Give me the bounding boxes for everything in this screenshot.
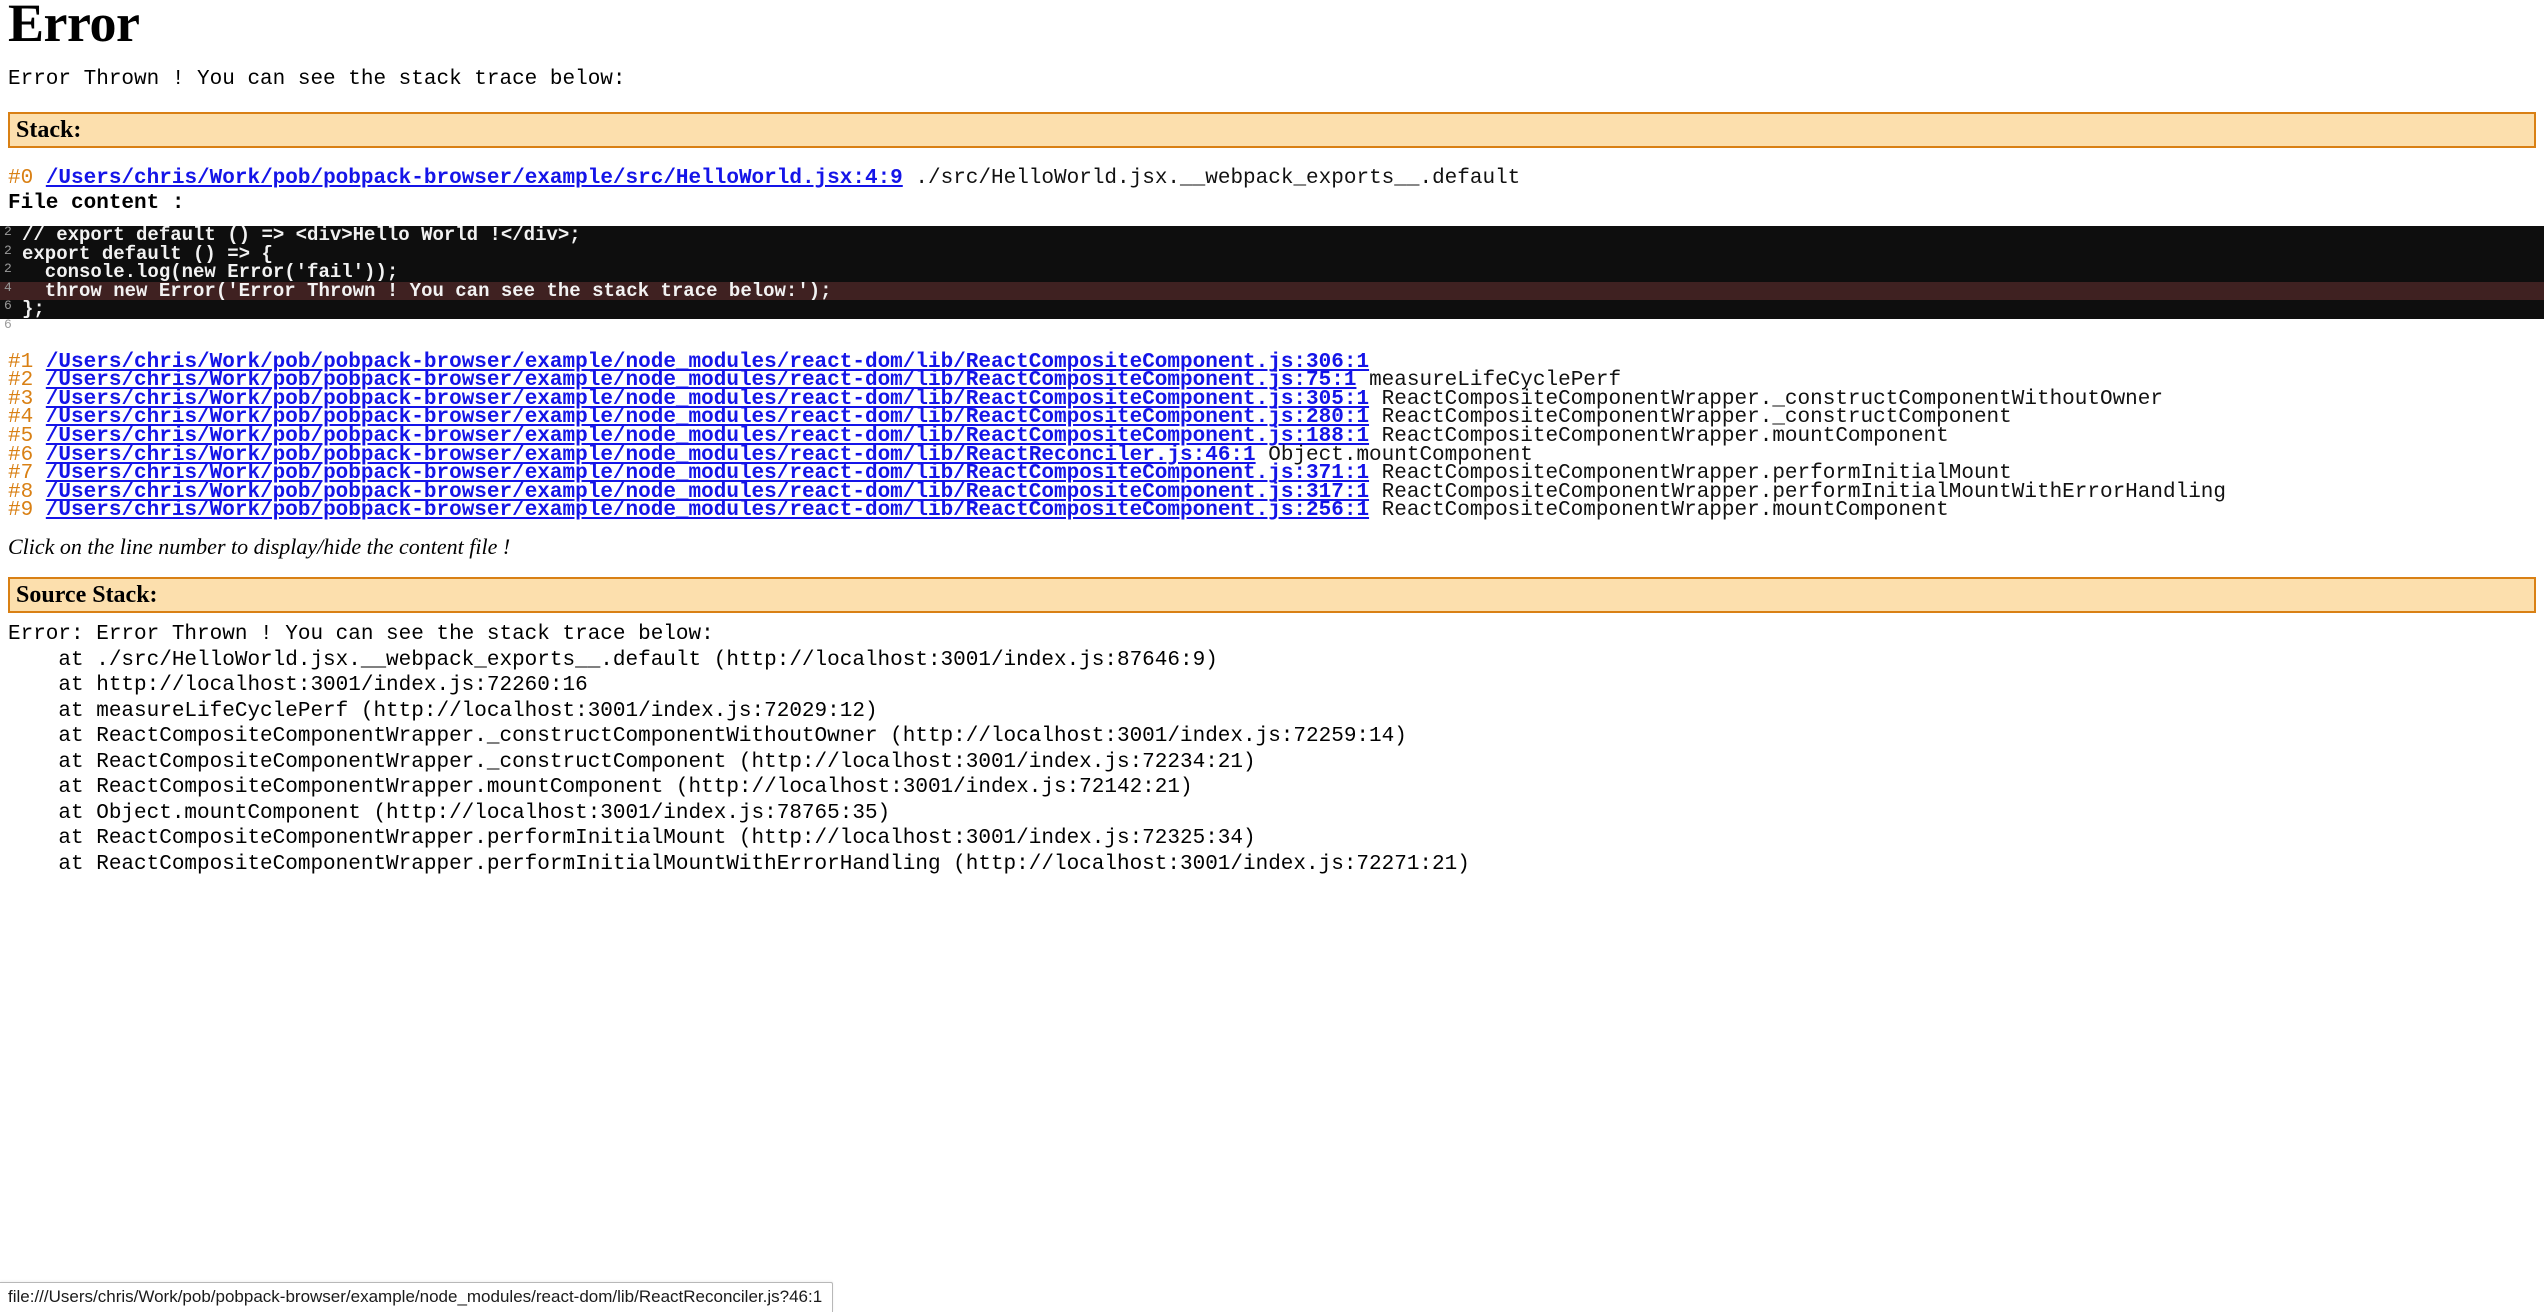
source-stack-line: at measureLifeCyclePerf (http://localhos…	[8, 699, 2544, 725]
code-line: 4 throw new Error('Error Thrown ! You ca…	[0, 282, 2544, 301]
source-stack-line: at ./src/HelloWorld.jsx.__webpack_export…	[8, 648, 2544, 674]
status-bar-url: file:///Users/chris/Work/pob/pobpack-bro…	[0, 1282, 833, 1312]
code-line: 6	[0, 319, 2544, 338]
source-stack-section-header: Source Stack:	[8, 577, 2536, 613]
frame-link[interactable]: /Users/chris/Work/pob/pobpack-browser/ex…	[46, 499, 1369, 522]
frame-function: ./src/HelloWorld.jsx.__webpack_exports__…	[915, 167, 1520, 190]
code-line-number[interactable]: 2	[0, 242, 22, 261]
file-content-label: File content :	[8, 192, 184, 215]
source-stack-line: at ReactCompositeComponentWrapper.perfor…	[8, 826, 2544, 852]
source-stack-line: Error: Error Thrown ! You can see the st…	[8, 622, 2544, 648]
code-line-number[interactable]: 6	[0, 297, 22, 316]
hint-text: Click on the line number to display/hide…	[8, 534, 510, 560]
source-stack-line: at ReactCompositeComponentWrapper._const…	[8, 724, 2544, 750]
code-line-number[interactable]: 6	[0, 316, 22, 335]
intro-message: Error Thrown ! You can see the stack tra…	[8, 68, 626, 91]
source-stack-line: at http://localhost:3001/index.js:72260:…	[8, 673, 2544, 699]
code-line-text: throw new Error('Error Thrown ! You can …	[22, 280, 832, 302]
source-stack-line: at ReactCompositeComponentWrapper.mountC…	[8, 775, 2544, 801]
stack-section-header: Stack:	[8, 112, 2536, 148]
frame-link[interactable]: /Users/chris/Work/pob/pobpack-browser/ex…	[46, 167, 903, 190]
file-content-code-block: 2// export default () => <div>Hello Worl…	[0, 226, 2544, 338]
source-stack-line: at ReactCompositeComponentWrapper._const…	[8, 750, 2544, 776]
source-stack-text: Error: Error Thrown ! You can see the st…	[8, 622, 2544, 877]
stack-frame-row: #9 /Users/chris/Work/pob/pobpack-browser…	[8, 498, 2544, 523]
page-title: Error	[8, 0, 139, 50]
code-line-text: };	[22, 298, 45, 320]
code-line-number[interactable]: 4	[0, 279, 22, 298]
frame-index: #9	[8, 499, 33, 522]
code-line-number[interactable]: 2	[0, 226, 22, 242]
code-line-number[interactable]: 2	[0, 260, 22, 279]
stack-frame-row: #0 /Users/chris/Work/pob/pobpack-browser…	[8, 166, 2544, 191]
source-stack-line: at Object.mountComponent (http://localho…	[8, 801, 2544, 827]
code-line: 2// export default () => <div>Hello Worl…	[0, 226, 2544, 245]
code-line: 6};	[0, 300, 2544, 319]
source-stack-line: at ReactCompositeComponentWrapper.perfor…	[8, 852, 2544, 878]
frame-function: ReactCompositeComponentWrapper.mountComp…	[1382, 499, 1949, 522]
frame-index: #0	[8, 167, 33, 190]
